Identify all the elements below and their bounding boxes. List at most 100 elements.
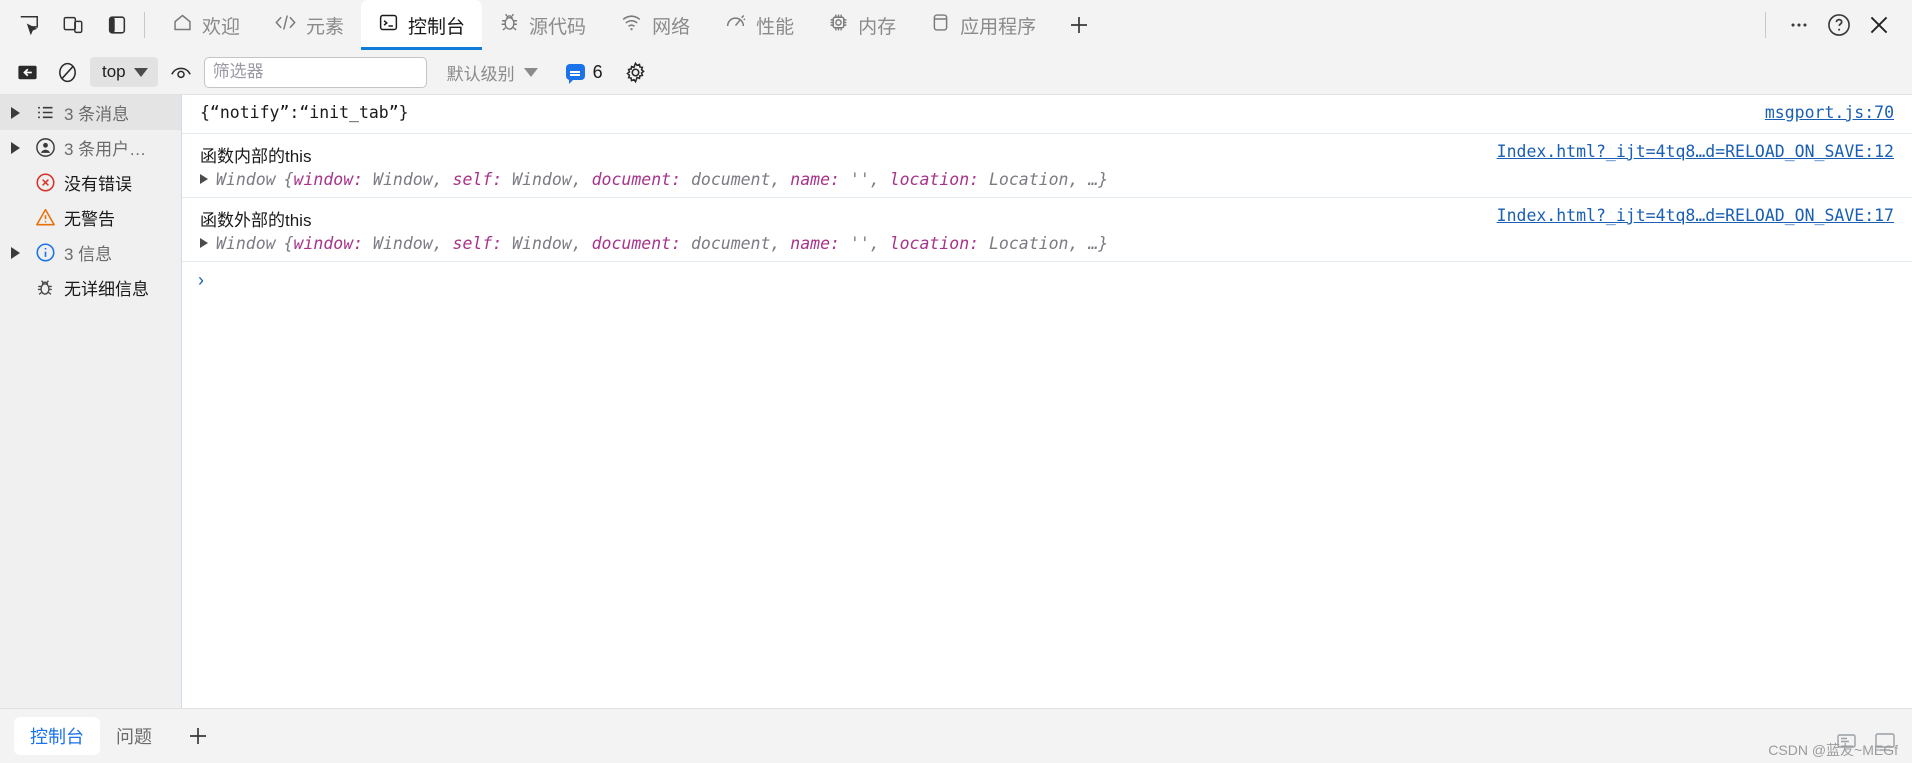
home-icon [172,12,193,39]
preview-key: name: [790,170,840,189]
chevron-down-icon [133,67,148,77]
chip-icon [828,12,849,39]
topbar-right-divider [1765,12,1766,38]
console-source-link[interactable]: Index.html?_ijt=4tq8…d=RELOAD_ON_SAVE:17 [1497,206,1894,225]
preview-key: document: [591,170,682,189]
preview-key: self: [452,234,503,253]
panel-tab-strip: 欢迎 元素 控制台 源代码 网络 性能 内存 应用程序 [155,0,1753,50]
inspect-element-icon[interactable] [10,6,48,44]
topbar-divider [144,12,145,38]
tab-welcome[interactable]: 欢迎 [155,0,257,50]
tab-label: 欢迎 [202,16,241,38]
add-panel-button[interactable] [1053,0,1105,50]
close-icon[interactable] [1860,6,1898,44]
tab-console[interactable]: 控制台 [361,0,483,50]
add-drawer-tab-button[interactable] [180,718,216,754]
sidebar-item-label: 无警告 [64,210,115,229]
no-entry-icon[interactable] [50,57,84,87]
sidebar-item-user-messages[interactable]: 3 条用户… [0,130,181,165]
sidebar-item-messages[interactable]: 3 条消息 [0,95,181,130]
tab-network[interactable]: 网络 [603,0,707,50]
tab-label: 应用程序 [960,16,1037,38]
tab-sources[interactable]: 源代码 [482,0,603,50]
tab-label: 源代码 [529,16,587,38]
console-log-list[interactable]: {“notify”:“init_tab”} msgport.js:70 函数内部… [182,95,1912,708]
preview-value: '', [849,234,880,253]
tab-memory[interactable]: 内存 [811,0,913,50]
sidebar-item-info[interactable]: 3 信息 [0,235,181,270]
preview-key: document: [591,234,682,253]
preview-key: window: [293,170,364,189]
expand-arrow-icon[interactable] [4,246,26,259]
preview-value: Window, [512,170,582,189]
tab-label: 网络 [652,16,691,38]
expand-arrow-icon[interactable] [4,106,26,119]
topbar-left-icon-group [0,0,136,50]
log-level-selector[interactable]: 默认级别 [439,57,546,87]
preview-open-brace: { [283,170,294,189]
chevron-down-icon [523,67,538,77]
clear-console-icon[interactable] [10,57,44,87]
console-icon [378,12,399,39]
execution-context-value: top [102,62,126,81]
expand-arrow-icon[interactable] [200,238,208,248]
warning-icon [30,206,60,229]
info-icon [30,241,60,264]
object-preview-text: {window: Window, self: Window, document:… [284,170,1109,189]
expand-arrow-icon[interactable] [4,141,26,154]
prompt-caret-icon: › [198,270,204,290]
sidebar-item-errors[interactable]: 没有错误 [0,165,181,200]
database-icon [930,12,951,39]
log-level-label: 默认级别 [446,64,515,84]
drawer-tab-console[interactable]: 控制台 [14,717,100,755]
preview-value: document, [690,170,781,189]
drawer-tab-issues[interactable]: 问题 [100,717,168,755]
device-toolbar-icon[interactable] [54,6,92,44]
user-icon [30,136,60,159]
filter-input[interactable] [203,56,427,88]
tab-label: 内存 [858,16,897,38]
preview-value: Location, [989,170,1079,189]
devtools-top-toolbar: 欢迎 元素 控制台 源代码 网络 性能 内存 应用程序 [0,0,1912,50]
eye-icon[interactable] [164,57,198,87]
help-icon[interactable] [1820,6,1858,44]
watermark-text: CSDN @蓝友~MEGf [1768,742,1898,758]
speedometer-icon [724,12,747,39]
console-message-row[interactable]: 函数内部的this Window {window: Window, self: … [182,134,1912,198]
devtools-window: 欢迎 元素 控制台 源代码 网络 性能 内存 应用程序 top 筛选器 默认级别… [0,0,1912,763]
sidebar-item-verbose[interactable]: 无详细信息 [0,270,181,305]
tab-elements[interactable]: 元素 [257,0,361,50]
console-sidebar: 3 条消息 3 条用户… 没有错误 无警告 3 信息 无详细信息 [0,95,182,708]
tab-label: 控制台 [408,16,466,38]
console-message-row[interactable]: {“notify”:“init_tab”} msgport.js:70 [182,95,1912,134]
sidebar-item-warnings[interactable]: 无警告 [0,200,181,235]
issues-count: 6 [592,61,603,82]
drawer-tab-bar: 控制台 问题 CSDN @蓝友~MEGf [0,708,1912,763]
sidebar-item-label: 3 信息 [64,245,113,264]
tab-application[interactable]: 应用程序 [913,0,1053,50]
execution-context-selector[interactable]: top [90,57,158,87]
preview-key: location: [889,234,980,253]
console-body: 3 条消息 3 条用户… 没有错误 无警告 3 信息 无详细信息 {“notif… [0,95,1912,708]
sidebar-item-label: 3 条消息 [64,105,130,124]
console-object-preview[interactable]: Window {window: Window, self: Window, do… [200,234,1896,253]
more-options-icon[interactable] [1780,6,1818,44]
sidebar-item-label: 无详细信息 [64,280,149,299]
preview-key: name: [790,234,840,253]
console-source-link[interactable]: msgport.js:70 [1765,103,1894,122]
gear-icon[interactable] [619,57,653,87]
tab-label: 元素 [306,16,345,38]
issues-counter[interactable]: 6 [565,61,603,84]
tab-performance[interactable]: 性能 [707,0,811,50]
dock-side-icon[interactable] [98,6,136,44]
bug-icon [499,12,520,39]
preview-value: Location, [989,234,1079,253]
object-constructor-name: Window [216,234,276,253]
console-prompt[interactable]: › [182,262,1912,299]
console-message-row[interactable]: 函数外部的this Window {window: Window, self: … [182,198,1912,262]
object-preview-text: {window: Window, self: Window, document:… [284,234,1109,253]
error-icon [30,171,60,194]
expand-arrow-icon[interactable] [200,174,208,184]
console-object-preview[interactable]: Window {window: Window, self: Window, do… [200,170,1896,189]
console-source-link[interactable]: Index.html?_ijt=4tq8…d=RELOAD_ON_SAVE:12 [1497,142,1894,161]
